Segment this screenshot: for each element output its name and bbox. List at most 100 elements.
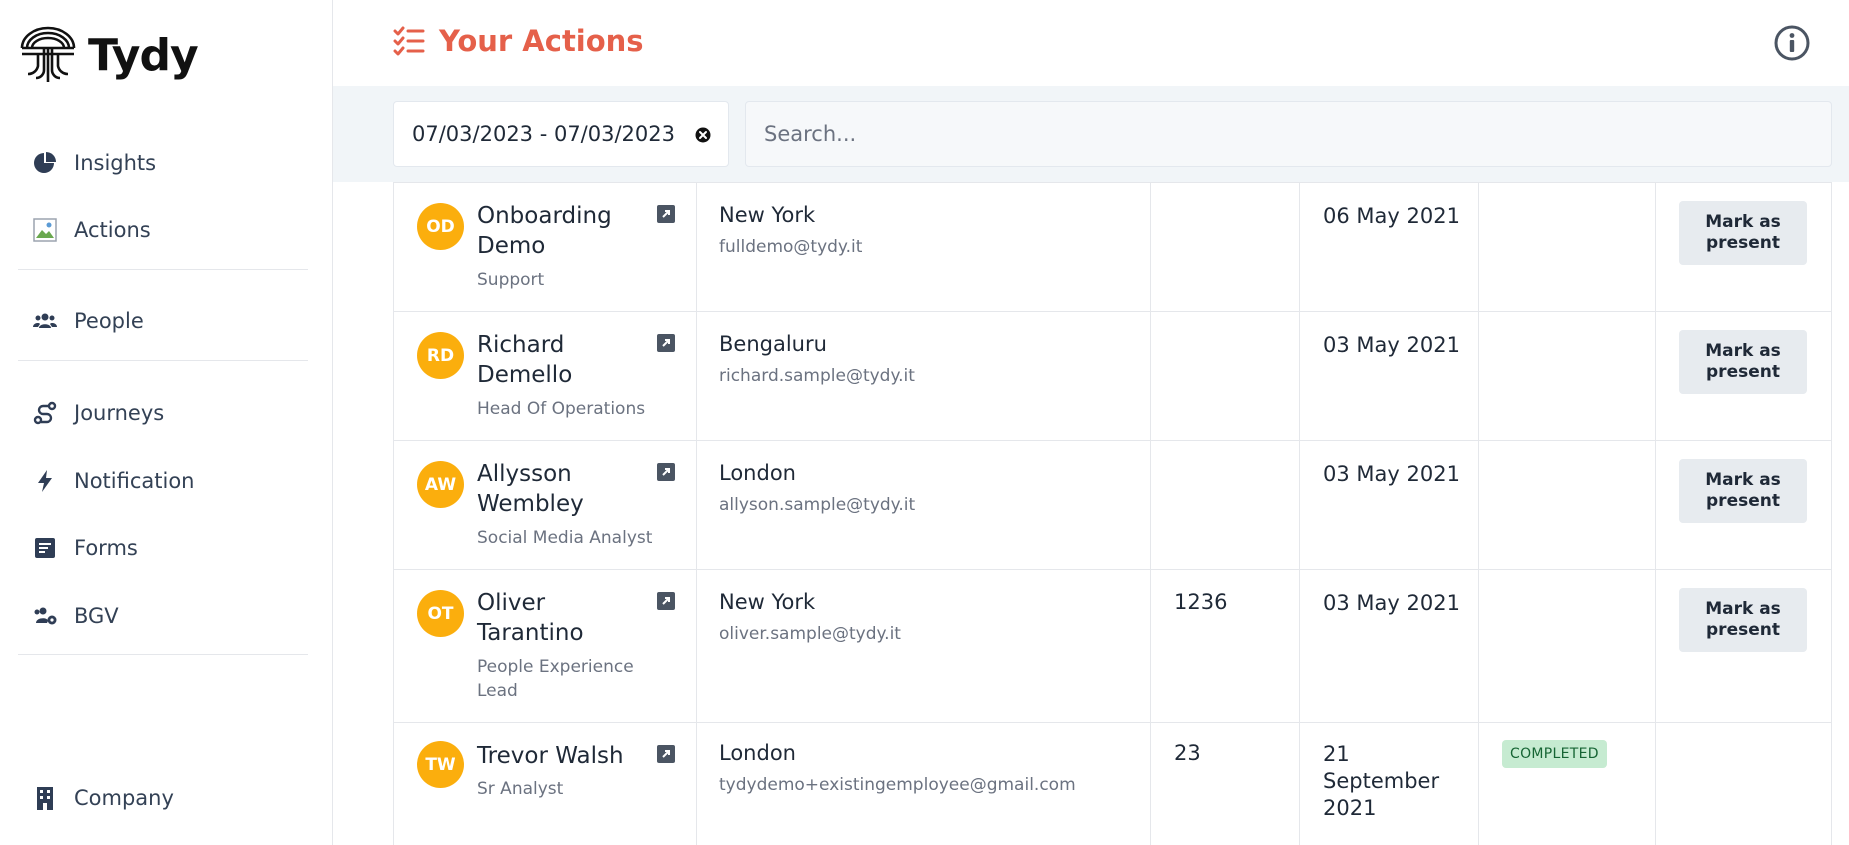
number-cell: 1236 — [1151, 570, 1300, 722]
page-title-text: Your Actions — [439, 24, 644, 58]
employee-number: 1236 — [1174, 590, 1228, 614]
sidebar-item-label: BGV — [74, 604, 119, 628]
date-cell: 03 May 2021 — [1300, 441, 1479, 569]
employee-email: tydydemo+existingemployee@gmail.com — [719, 775, 1076, 795]
broken-image-icon — [32, 217, 58, 243]
avatar: AW — [417, 461, 464, 508]
sidebar-divider — [18, 269, 308, 270]
page-header: Your Actions — [333, 0, 1849, 86]
sidebar-divider — [18, 360, 308, 361]
mark-as-present-button[interactable]: Mark as present — [1679, 330, 1807, 394]
employee-number: 23 — [1174, 741, 1201, 765]
location-cell: London tydydemo+existingemployee@gmail.c… — [697, 723, 1151, 845]
sidebar-item-label: Notification — [74, 469, 195, 493]
building-icon — [32, 785, 58, 811]
action-date: 21 September 2021 — [1323, 742, 1440, 820]
employee-city: London — [719, 461, 796, 485]
info-icon — [1774, 25, 1810, 61]
clear-icon[interactable] — [694, 126, 712, 144]
date-range-picker[interactable]: 07/03/2023 - 07/03/2023 — [393, 101, 729, 167]
action-cell — [1656, 723, 1831, 845]
action-date: 03 May 2021 — [1323, 591, 1460, 615]
sidebar-item-actions[interactable]: Actions — [32, 214, 151, 246]
sidebar-item-label: Journeys — [74, 401, 165, 425]
users-cog-icon — [32, 603, 58, 629]
date-cell: 03 May 2021 — [1300, 570, 1479, 722]
employee-cell: TW Trevor Walsh Sr Analyst — [394, 723, 697, 845]
filter-bar: 07/03/2023 - 07/03/2023 — [333, 86, 1849, 182]
sidebar-item-label: People — [74, 309, 144, 333]
status-cell — [1479, 183, 1656, 311]
table-row: AW Allysson Wembley Social Media Analyst… — [394, 440, 1831, 569]
search-input[interactable] — [745, 101, 1832, 167]
employee-name[interactable]: Richard Demello — [477, 330, 647, 390]
mark-as-present-button[interactable]: Mark as present — [1679, 201, 1807, 265]
info-button[interactable] — [1773, 24, 1811, 62]
date-cell: 03 May 2021 — [1300, 312, 1479, 440]
employee-email: fulldemo@tydy.it — [719, 237, 863, 257]
sidebar-item-label: Company — [74, 786, 174, 810]
sidebar-item-notification[interactable]: Notification — [32, 465, 195, 497]
sidebar-item-people[interactable]: People — [32, 305, 144, 337]
employee-cell: OD Onboarding Demo Support — [394, 183, 697, 311]
external-link-icon[interactable] — [657, 334, 675, 352]
status-cell — [1479, 570, 1656, 722]
location-cell: Bengaluru richard.sample@tydy.it — [697, 312, 1151, 440]
employee-name[interactable]: Onboarding Demo — [477, 201, 647, 261]
avatar: OT — [417, 590, 464, 637]
actions-table: OD Onboarding Demo Support New York full… — [393, 182, 1832, 845]
external-link-icon[interactable] — [657, 745, 675, 763]
avatar: TW — [417, 741, 464, 788]
employee-cell: AW Allysson Wembley Social Media Analyst — [394, 441, 697, 569]
page-title: Your Actions — [393, 24, 644, 58]
employee-city: London — [719, 741, 796, 765]
tydy-logo-icon — [20, 26, 76, 82]
sidebar-item-label: Insights — [74, 151, 157, 175]
avatar: OD — [417, 203, 464, 250]
external-link-icon[interactable] — [657, 205, 675, 223]
employee-cell: RD Richard Demello Head Of Operations — [394, 312, 697, 440]
table-row: OD Onboarding Demo Support New York full… — [394, 182, 1831, 311]
employee-role: Support — [477, 270, 545, 290]
employee-role: People Experience Lead — [477, 657, 634, 701]
sidebar-item-company[interactable]: Company — [32, 782, 174, 814]
employee-city: New York — [719, 590, 816, 614]
mark-as-present-button[interactable]: Mark as present — [1679, 588, 1807, 652]
date-range-value: 07/03/2023 - 07/03/2023 — [412, 122, 676, 146]
employee-name[interactable]: Trevor Walsh — [477, 741, 652, 771]
employee-city: Bengaluru — [719, 332, 827, 356]
sidebar-item-journeys[interactable]: Journeys — [32, 397, 164, 429]
employee-role: Head Of Operations — [477, 399, 646, 419]
table-row: RD Richard Demello Head Of Operations Be… — [394, 311, 1831, 440]
table-row: OT Oliver Tarantino People Experience Le… — [394, 569, 1831, 722]
route-icon — [32, 400, 58, 426]
employee-email: richard.sample@tydy.it — [719, 366, 915, 386]
mark-as-present-button[interactable]: Mark as present — [1679, 459, 1807, 523]
status-badge: COMPLETED — [1502, 740, 1607, 768]
date-cell: 21 September 2021 — [1300, 723, 1479, 845]
external-link-icon[interactable] — [657, 463, 675, 481]
employee-role: Social Media Analyst — [477, 528, 653, 548]
sidebar-item-bgv[interactable]: BGV — [32, 600, 119, 632]
sidebar-item-insights[interactable]: Insights — [32, 147, 156, 179]
sidebar-divider — [18, 654, 308, 655]
action-cell: Mark as present — [1656, 312, 1831, 440]
employee-name[interactable]: Oliver Tarantino — [477, 588, 647, 648]
action-date: 06 May 2021 — [1323, 204, 1460, 228]
brand-logo[interactable]: Tydy — [18, 26, 199, 84]
number-cell: 23 — [1151, 723, 1300, 845]
pie-chart-icon — [32, 150, 58, 176]
users-icon — [32, 308, 58, 334]
table-row: TW Trevor Walsh Sr Analyst London tydyde… — [394, 722, 1831, 845]
sidebar-item-forms[interactable]: Forms — [32, 532, 138, 564]
checklist-icon — [393, 26, 425, 56]
sidebar-item-label: Forms — [74, 536, 138, 560]
employee-cell: OT Oliver Tarantino People Experience Le… — [394, 570, 697, 722]
date-cell: 06 May 2021 — [1300, 183, 1479, 311]
employee-role: Sr Analyst — [477, 779, 564, 799]
employee-name[interactable]: Allysson Wembley — [477, 459, 647, 519]
sidebar: Tydy Insights Actions People Journeys No… — [0, 0, 333, 845]
employee-email: allyson.sample@tydy.it — [719, 495, 916, 515]
external-link-icon[interactable] — [657, 592, 675, 610]
status-cell: COMPLETED — [1479, 723, 1656, 845]
